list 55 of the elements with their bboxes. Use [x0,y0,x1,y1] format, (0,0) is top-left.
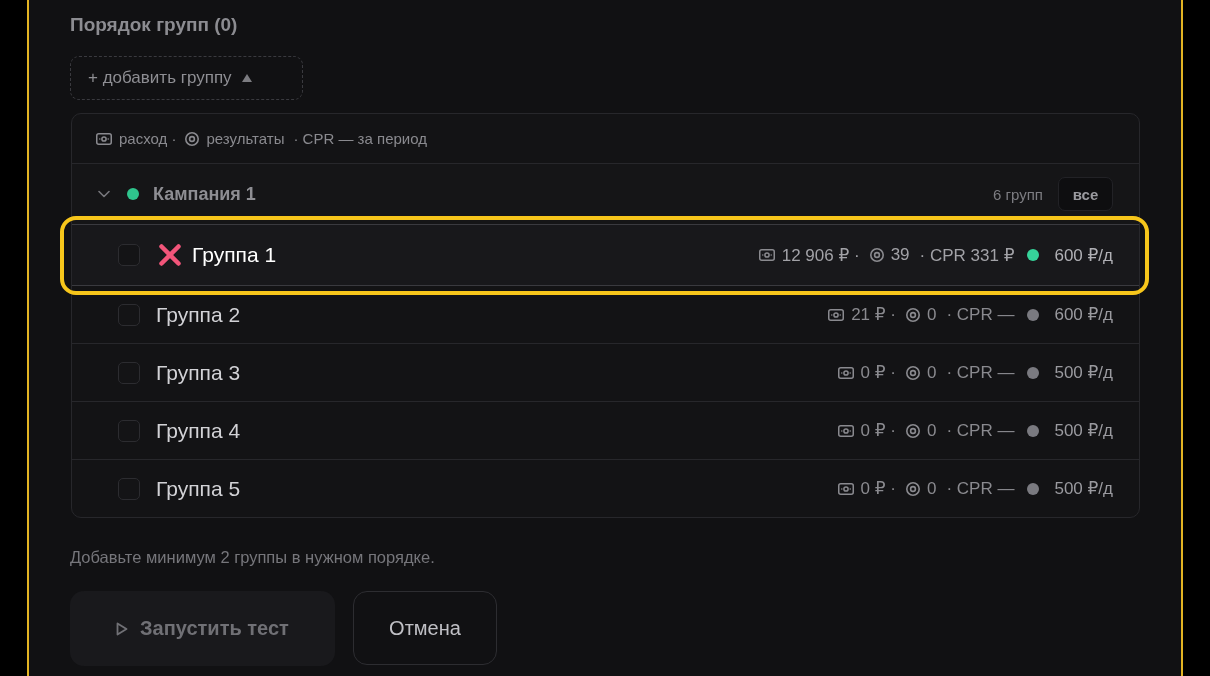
budget-value: 600 ₽/д [1054,304,1113,325]
results-value: 0 [927,420,937,441]
target-icon [906,365,920,380]
budget-value: 500 ₽/д [1054,362,1113,383]
group-name: Группа 5 [156,476,241,501]
cpr-value: · CPR — [946,478,1015,499]
legend-label: расход · [119,130,177,147]
cpr-value: · CPR — [946,304,1015,325]
budget-value: 500 ₽/д [1054,420,1113,441]
target-icon [906,307,920,322]
results-value: 39 [890,245,910,265]
spend-value: 0 ₽ · [860,478,896,499]
target-icon [869,248,884,262]
cash-icon [837,482,854,495]
group-count: 6 групп [993,185,1043,203]
budget-value: 600 ₽/д [1054,244,1113,266]
all-button[interactable]: все [1058,177,1113,211]
group-name: Группа 2 [156,302,241,327]
cpr-value: · CPR — [946,362,1015,383]
spend-value: 12 906 ₽ · [781,244,860,266]
cash-icon [837,424,854,437]
cash-icon [828,308,845,321]
cpr-value: · CPR 331 ₽ [919,244,1015,266]
results-value: 0 [927,304,937,325]
target-icon [906,481,920,496]
cash-icon [837,366,854,379]
legend-label: результаты [206,130,285,147]
checkbox[interactable] [118,244,140,266]
group-name: Группа 3 [156,360,241,385]
group-name: Группа 1 [192,243,277,267]
play-icon [116,621,129,636]
spend-value: 0 ₽ · [860,362,896,383]
results-value: 0 [927,362,937,383]
checkbox[interactable] [118,361,140,384]
target-icon [185,131,200,146]
checkbox[interactable] [118,303,140,326]
legend-label: · CPR — за период [293,130,427,147]
spend-value: 21 ₽ · [851,304,896,325]
add-group-button[interactable]: + добавить группу [70,56,303,100]
group-name: Группа 4 [156,418,241,443]
section-title: Порядок групп (0) [70,13,239,37]
results-value: 0 [927,478,937,499]
target-icon [906,423,920,438]
cash-icon [758,249,775,261]
checkbox[interactable] [118,419,140,442]
chevron-down-icon[interactable] [98,190,110,198]
cpr-value: · CPR — [946,420,1015,441]
checkbox[interactable] [118,477,140,500]
budget-value: 500 ₽/д [1054,478,1113,499]
hint-text: Добавьте минимум 2 группы в нужном порядке. [70,547,436,567]
cash-icon [96,132,112,145]
cancel-button[interactable]: Отмена [353,591,497,665]
spend-value: 0 ₽ · [860,420,896,441]
caret-up-icon [241,74,252,82]
campaign-name: Кампания 1 [153,183,256,205]
